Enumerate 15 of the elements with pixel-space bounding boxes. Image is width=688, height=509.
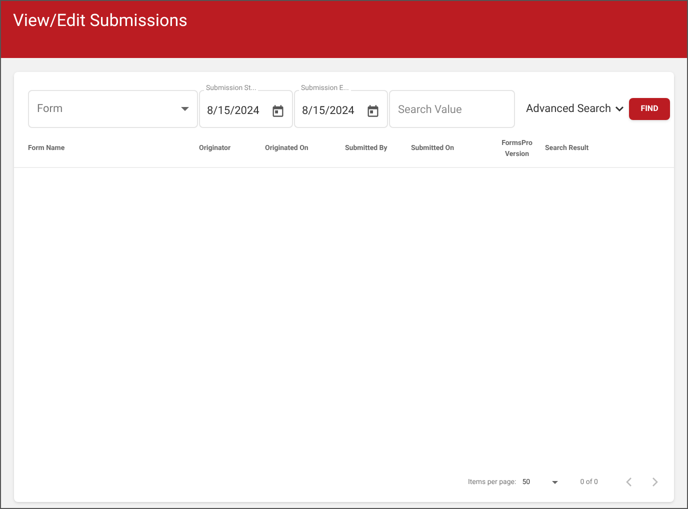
date-value: 8/15/2024	[207, 102, 260, 119]
calendar-icon[interactable]	[271, 104, 285, 118]
chevron-left-icon	[626, 477, 632, 487]
dropdown-caret-icon	[181, 107, 189, 111]
chevron-down-icon	[615, 106, 624, 112]
dropdown-caret-icon	[552, 480, 558, 484]
chevron-right-icon	[652, 477, 658, 487]
calendar-icon[interactable]	[366, 104, 380, 118]
advanced-search-toggle[interactable]: Advanced Search	[526, 100, 624, 118]
form-dropdown[interactable]: Form	[28, 90, 198, 128]
date-value: 8/15/2024	[302, 102, 354, 119]
page-title: View/Edit Submissions	[13, 10, 188, 33]
find-button[interactable]: FIND	[629, 98, 670, 120]
search-field[interactable]: Search Value	[389, 90, 515, 128]
form-placeholder: Form	[37, 100, 63, 117]
